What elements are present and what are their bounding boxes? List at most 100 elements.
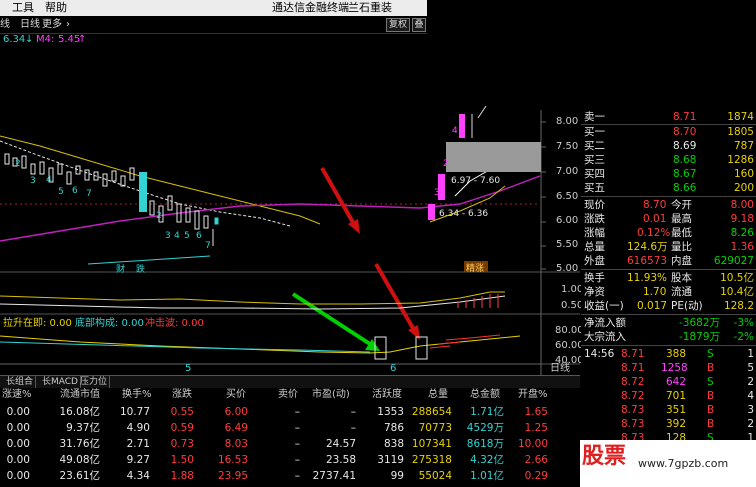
table-cell: 0.55 (170, 406, 194, 418)
indicator-tab[interactable]: 日线 (20, 17, 40, 33)
tick-price: 8.72 (621, 390, 645, 402)
stat-value: 10.4亿 (720, 286, 754, 298)
watermark: 股票 www.7gpzb.com (580, 440, 756, 487)
stat-value: 8.70 (643, 199, 667, 211)
order-price: 8.67 (673, 168, 697, 180)
period-tab[interactable]: 线 (0, 17, 10, 33)
table-cell: – (294, 470, 300, 482)
tick-side: B (707, 404, 715, 416)
table-cell: 0.29 (524, 470, 548, 482)
stat-value: 124.6万 (627, 241, 668, 253)
candles-left (4, 153, 209, 230)
table-cell: 0.00 (6, 406, 30, 418)
table-cell: 23.95 (217, 470, 248, 482)
overlay-button[interactable]: 叠 (412, 18, 426, 32)
restore-button[interactable]: 复权 (386, 18, 410, 32)
stat-label: 最高 (671, 213, 692, 225)
zone-label-2: 6.34 - 6.36 (439, 209, 488, 219)
menu-restore[interactable]: 兰石重装 (348, 0, 392, 16)
flow-pct: -3% (733, 317, 754, 329)
tab-macd[interactable]: 长MACD (40, 376, 81, 388)
col-header[interactable]: 活跃度 (372, 388, 402, 402)
tick-count: 3 (747, 404, 754, 416)
candle-number: 3 (165, 231, 171, 241)
col-header[interactable]: 开盘% (518, 388, 548, 402)
order-row: 买一 8.70 1805 (581, 125, 756, 139)
table-cell: – (294, 438, 300, 450)
tick-price: 8.72 (621, 376, 645, 388)
signal-box-2 (415, 336, 428, 360)
order-volume: 1286 (727, 154, 754, 166)
table-cell: 0.73 (170, 438, 194, 450)
price-tick: 5.50 (556, 239, 579, 250)
more-tab[interactable]: 更多 (42, 17, 62, 33)
order-price: 8.68 (673, 154, 697, 166)
stat-label: 涨幅 (584, 227, 605, 239)
order-label: 卖一 (584, 111, 605, 123)
tick-row: 8.72 701 B 4 (581, 389, 756, 403)
col-header[interactable]: 卖价 (278, 388, 298, 402)
tick-row: 14:56 8.71 388 S 1 (581, 347, 756, 361)
stat-label: 换手 (584, 272, 605, 284)
stat-value: 128.2 (723, 300, 754, 312)
menu-tools[interactable]: 工具 (12, 0, 34, 16)
col-header[interactable]: 买价 (226, 388, 246, 402)
col-header[interactable]: 涨跌 (172, 388, 192, 402)
order-row: 买五 8.66 200 (581, 181, 756, 195)
col-header[interactable]: 换手% (122, 388, 152, 402)
indicator-label-2: 底部构成: 0.00 (75, 318, 144, 329)
candle-number: 7 (86, 189, 92, 199)
candle-magenta-3 (459, 114, 465, 138)
order-price: 8.71 (673, 111, 697, 123)
order-row: 买三 8.68 1286 (581, 153, 756, 167)
more-arrow-icon[interactable]: › (66, 17, 70, 33)
tick-volume: 642 (666, 376, 687, 388)
table-cell: 55024 (418, 470, 452, 482)
stat-row: 涨跌 0.01 最高 9.18 (581, 212, 756, 226)
candle-number: 4 (174, 231, 180, 241)
candle-number: 5 (184, 231, 190, 241)
col-header[interactable]: 总金额 (470, 388, 500, 402)
flow-value: -1879万 (679, 331, 721, 343)
indicator-tick: 80.00 (555, 325, 584, 336)
tick-side: B (707, 362, 715, 374)
col-header[interactable]: 市盈(动) (312, 388, 350, 402)
stat-label: 涨跌 (584, 213, 605, 225)
stat-row: 换手 11.93% 股本 10.5亿 (581, 271, 756, 285)
tick-row: 8.72 642 S 2 (581, 375, 756, 389)
chart-toolbar: 线 日线 更多 › 复权 叠 (0, 16, 427, 34)
tick-volume: 351 (666, 404, 687, 416)
tab-combo[interactable]: 长组合 (4, 376, 37, 388)
stat-value: 9.18 (730, 213, 754, 225)
tab-pressure[interactable]: 压力位 (78, 376, 111, 388)
price-tick: 5.00 (556, 263, 579, 274)
tick-count: 2 (747, 418, 754, 430)
tick-count: 5 (747, 362, 754, 374)
tick-side: S (707, 348, 714, 360)
table-cell: 288654 (411, 406, 452, 418)
stat-label: 流通 (671, 286, 692, 298)
ma2-arrow-icon: ↑ (78, 34, 87, 45)
order-volume: 160 (733, 168, 754, 180)
tick-row: 8.73 351 B 3 (581, 403, 756, 417)
indicator-tick: 60.00 (555, 340, 584, 351)
col-header[interactable]: 总量 (428, 388, 448, 402)
col-header[interactable]: 流通市值 (60, 388, 100, 402)
ma1-arrow-icon: ↓ (25, 34, 34, 45)
flow-pct: -2% (733, 331, 754, 343)
tick-price: 8.73 (621, 418, 645, 430)
candle-number: 2 (15, 159, 21, 169)
menu-help[interactable]: 帮助 (45, 0, 67, 16)
stat-row: 涨幅 0.12% 最低 8.26 (581, 226, 756, 240)
col-header[interactable]: 涨速% (2, 388, 32, 402)
stat-row: 总量 124.6万 量比 1.36 (581, 240, 756, 254)
table-cell: 1.50 (170, 454, 194, 466)
table-cell: – (294, 422, 300, 434)
tick-price: 8.73 (621, 404, 645, 416)
flow-value: -3682万 (679, 317, 721, 329)
order-row: 买四 8.67 160 (581, 167, 756, 181)
stat-label: 股本 (671, 272, 692, 284)
candle-number: 5 (58, 187, 64, 197)
order-volume: 787 (733, 140, 754, 152)
ma2-label: M4: (36, 34, 55, 45)
